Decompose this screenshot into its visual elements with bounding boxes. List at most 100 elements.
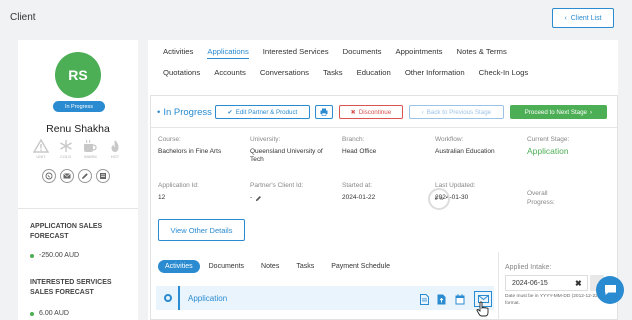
proceed-to-next-stage-button[interactable]: Proceed to Next Stage ›	[509, 105, 607, 119]
temperature-warm[interactable]: WARM	[79, 139, 101, 159]
course-value: Bachelors in Fine Arts	[158, 148, 222, 155]
chat-icon	[604, 285, 616, 295]
course-label: Course:	[158, 136, 181, 143]
client-profile-card: RS In Progress Renu Shakha UNIT COLD WAR…	[18, 40, 138, 320]
temperature-unit[interactable]: UNIT	[30, 139, 52, 159]
whatsapp-button[interactable]	[42, 169, 56, 183]
tab-interested-services[interactable]: Interested Services	[263, 47, 329, 59]
workflow-value: Australian Education	[435, 148, 495, 155]
divider	[18, 208, 138, 209]
workflow-label: Workflow:	[435, 136, 464, 143]
interested-services-forecast-title: INTERESTED SERVICES SALES FORECAST	[30, 279, 112, 296]
subtab-tasks[interactable]: Tasks	[296, 263, 314, 270]
tab-quotations[interactable]: Quotations	[163, 68, 200, 77]
stage-name: Application	[188, 294, 228, 303]
tab-tasks[interactable]: Tasks	[323, 68, 343, 77]
notes-button[interactable]	[96, 169, 110, 183]
calendar-icon[interactable]	[454, 292, 466, 306]
edit-button[interactable]	[78, 169, 92, 183]
tab-applications[interactable]: Applications	[207, 47, 249, 59]
divider	[498, 252, 499, 320]
tab-bar-secondary: Quotations Accounts Conversations Tasks …	[163, 68, 542, 77]
progress-ring: 0 %	[428, 188, 450, 210]
applied-intake-hint: Date must be in YYYY-MM-DD (2012-12-22) …	[505, 294, 600, 306]
application-toolbar: • In Progress ✔ Edit Partner & Product ✖…	[157, 105, 607, 119]
email-button[interactable]	[60, 169, 74, 183]
close-icon: ✖	[350, 108, 356, 116]
subtab-activities[interactable]: Activities	[158, 260, 200, 273]
overall-progress-label: Overall Progress:	[527, 190, 555, 206]
tab-documents[interactable]: Documents	[343, 47, 382, 59]
tab-other-information[interactable]: Other Information	[405, 68, 465, 77]
status-badge: In Progress	[53, 101, 105, 112]
application-sales-forecast-value: -250.00 AUD	[30, 252, 79, 259]
bullet-icon	[30, 253, 34, 258]
application-sales-forecast-title: APPLICATION SALES FORECAST	[30, 223, 103, 240]
partner-client-id-label: Partner's Client Id:	[250, 182, 304, 189]
interested-services-forecast-value: 6.00 AUD	[30, 310, 69, 317]
current-stage-value: Application	[527, 146, 569, 156]
avatar: RS	[55, 52, 101, 98]
bullet-icon: •	[157, 106, 161, 118]
check-icon: ✔	[227, 108, 233, 116]
chat-widget-button[interactable]	[596, 276, 624, 304]
clear-icon[interactable]: ✖	[575, 279, 582, 288]
email-icon	[63, 173, 71, 179]
temperature-cold[interactable]: COLD	[55, 139, 77, 159]
tab-bar-primary: Activities Applications Interested Servi…	[163, 47, 521, 59]
client-list-button[interactable]: ‹ Client List	[552, 8, 614, 28]
tab-education[interactable]: Education	[357, 68, 391, 77]
started-at-value: 2024-01-22	[342, 194, 376, 201]
subtab-documents[interactable]: Documents	[209, 263, 244, 270]
edit-partner-product-button[interactable]: ✔ Edit Partner & Product	[214, 105, 310, 119]
temperature-hot[interactable]: HOT	[104, 139, 126, 159]
bullet-icon	[30, 311, 34, 316]
discontinue-button[interactable]: ✖ Discontinue	[338, 105, 403, 119]
branch-value: Head Office	[342, 148, 377, 155]
document-icon[interactable]	[418, 292, 430, 306]
hand-cursor-icon	[476, 301, 489, 317]
chevron-left-icon: ‹	[421, 108, 424, 116]
back-to-previous-stage-button[interactable]: ‹ Back to Previous Stage	[408, 105, 504, 119]
divider	[151, 127, 617, 128]
whatsapp-icon	[45, 172, 53, 180]
client-name: Renu Shakha	[46, 123, 110, 135]
tab-conversations[interactable]: Conversations	[260, 68, 309, 77]
top-bar: Client ‹ Client List	[0, 0, 632, 36]
tab-activities[interactable]: Activities	[163, 47, 193, 59]
pencil-icon[interactable]	[255, 195, 262, 202]
contact-actions	[42, 169, 110, 183]
application-status: • In Progress	[157, 106, 212, 118]
tab-check-in-logs[interactable]: Check-In Logs	[479, 68, 529, 77]
notes-icon	[100, 173, 106, 179]
client-list-label: Client List	[570, 14, 602, 22]
print-button[interactable]	[314, 105, 333, 119]
application-sub-tabs: Activities Documents Notes Tasks Payment…	[158, 260, 407, 273]
current-stage-label: Current Stage:	[527, 136, 570, 143]
chevron-right-icon: ›	[590, 108, 593, 116]
chevron-left-icon: ‹	[564, 14, 567, 22]
stage-bar	[178, 286, 180, 310]
coffee-icon	[84, 139, 97, 152]
tab-notes-terms[interactable]: Notes & Terms	[457, 47, 507, 59]
stage-row-application[interactable]: Application	[156, 286, 494, 310]
application-id-value: 12	[158, 194, 166, 201]
edit-icon	[82, 173, 88, 179]
started-at-label: Started at:	[342, 182, 372, 189]
flame-icon	[111, 140, 119, 152]
page-title: Client	[10, 12, 36, 23]
tab-accounts[interactable]: Accounts	[214, 68, 246, 77]
view-other-details-button[interactable]: View Other Details	[158, 219, 245, 241]
application-id-label: Application Id:	[158, 182, 199, 189]
stage-indicator-icon	[164, 294, 172, 302]
university-value: Queensland University of Tech	[250, 148, 323, 163]
branch-label: Branch:	[342, 136, 365, 143]
subtab-notes[interactable]: Notes	[261, 263, 279, 270]
warning-icon	[33, 139, 49, 153]
upload-document-icon[interactable]	[436, 292, 448, 306]
university-label: University:	[250, 136, 281, 143]
subtab-payment-schedule[interactable]: Payment Schedule	[331, 263, 390, 270]
snowflake-icon	[59, 140, 72, 152]
tab-appointments[interactable]: Appointments	[396, 47, 443, 59]
temperature-rating: UNIT COLD WARM HOT	[30, 139, 126, 159]
